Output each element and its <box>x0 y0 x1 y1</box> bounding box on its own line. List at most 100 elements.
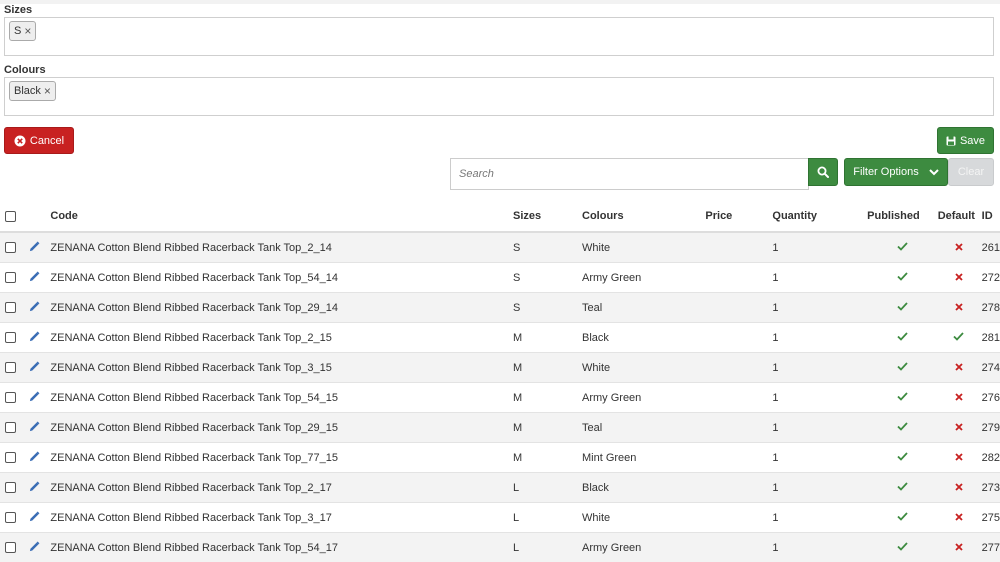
filter-options-button[interactable]: Filter Options <box>844 158 948 186</box>
select-all-checkbox[interactable] <box>5 211 16 222</box>
row-checkbox[interactable] <box>5 392 16 403</box>
id-header[interactable]: ID <box>980 201 1000 232</box>
check-icon <box>897 482 908 491</box>
default-cell[interactable] <box>938 383 980 413</box>
save-button[interactable]: Save <box>937 127 994 154</box>
price-cell <box>705 413 772 443</box>
table-row[interactable]: ZENANA Cotton Blend Ribbed Racerback Tan… <box>0 353 1000 383</box>
cross-icon <box>955 453 963 461</box>
check-icon <box>897 332 908 341</box>
table-row[interactable]: ZENANA Cotton Blend Ribbed Racerback Tan… <box>0 263 1000 293</box>
row-checkbox[interactable] <box>5 422 16 433</box>
table-row[interactable]: ZENANA Cotton Blend Ribbed Racerback Tan… <box>0 383 1000 413</box>
default-cell[interactable] <box>938 323 980 353</box>
edit-cell[interactable] <box>29 533 51 562</box>
published-cell[interactable] <box>867 232 938 263</box>
search-button[interactable] <box>808 158 838 186</box>
edit-cell[interactable] <box>29 473 51 503</box>
row-checkbox[interactable] <box>5 482 16 493</box>
table-row[interactable]: ZENANA Cotton Blend Ribbed Racerback Tan… <box>0 443 1000 473</box>
default-cell[interactable] <box>938 263 980 293</box>
default-header[interactable]: Default <box>938 201 980 232</box>
default-cell[interactable] <box>938 232 980 263</box>
cancel-button[interactable]: Cancel <box>4 127 74 154</box>
published-cell[interactable] <box>867 533 938 562</box>
price-header[interactable]: Price <box>705 201 772 232</box>
default-cell[interactable] <box>938 443 980 473</box>
row-checkbox[interactable] <box>5 272 16 283</box>
published-cell[interactable] <box>867 353 938 383</box>
check-icon <box>897 242 908 251</box>
published-cell[interactable] <box>867 443 938 473</box>
edit-cell[interactable] <box>29 353 51 383</box>
published-cell[interactable] <box>867 263 938 293</box>
price-cell <box>705 443 772 473</box>
colour-cell: Army Green <box>582 263 705 293</box>
edit-cell[interactable] <box>29 232 51 263</box>
default-cell[interactable] <box>938 353 980 383</box>
published-cell[interactable] <box>867 413 938 443</box>
search-input[interactable] <box>450 158 809 190</box>
published-cell[interactable] <box>867 383 938 413</box>
code-cell: ZENANA Cotton Blend Ribbed Racerback Tan… <box>50 323 513 353</box>
clear-button[interactable]: Clear <box>948 158 994 186</box>
sizes-label: Sizes <box>4 4 32 16</box>
cross-icon <box>955 273 963 281</box>
row-checkbox[interactable] <box>5 302 16 313</box>
row-checkbox[interactable] <box>5 332 16 343</box>
edit-cell[interactable] <box>29 293 51 323</box>
colours-tag-label: Black <box>14 85 41 97</box>
edit-cell[interactable] <box>29 383 51 413</box>
row-checkbox[interactable] <box>5 362 16 373</box>
table-row[interactable]: ZENANA Cotton Blend Ribbed Racerback Tan… <box>0 293 1000 323</box>
default-cell[interactable] <box>938 473 980 503</box>
colours-header[interactable]: Colours <box>582 201 705 232</box>
check-icon <box>897 362 908 371</box>
row-checkbox[interactable] <box>5 452 16 463</box>
colours-field[interactable]: Black × <box>4 77 994 116</box>
code-header[interactable]: Code <box>50 201 513 232</box>
check-icon <box>897 422 908 431</box>
remove-tag-icon[interactable]: × <box>44 84 51 98</box>
table-row[interactable]: ZENANA Cotton Blend Ribbed Racerback Tan… <box>0 323 1000 353</box>
row-checkbox[interactable] <box>5 242 16 253</box>
published-cell[interactable] <box>867 323 938 353</box>
variants-table: Code Sizes Colours Price Quantity Publis… <box>0 201 1000 562</box>
size-cell: M <box>513 323 582 353</box>
default-cell[interactable] <box>938 293 980 323</box>
table-row[interactable]: ZENANA Cotton Blend Ribbed Racerback Tan… <box>0 503 1000 533</box>
code-cell: ZENANA Cotton Blend Ribbed Racerback Tan… <box>50 533 513 562</box>
published-header[interactable]: Published <box>867 201 938 232</box>
remove-tag-icon[interactable]: × <box>24 24 31 38</box>
default-cell[interactable] <box>938 533 980 562</box>
sizes-field[interactable]: S × <box>4 17 994 56</box>
quantity-cell: 1 <box>772 473 867 503</box>
code-cell: ZENANA Cotton Blend Ribbed Racerback Tan… <box>50 473 513 503</box>
edit-cell[interactable] <box>29 323 51 353</box>
published-cell[interactable] <box>867 293 938 323</box>
table-row[interactable]: ZENANA Cotton Blend Ribbed Racerback Tan… <box>0 473 1000 503</box>
colour-cell: White <box>582 503 705 533</box>
size-cell: M <box>513 383 582 413</box>
edit-cell[interactable] <box>29 263 51 293</box>
id-cell: 272 <box>980 263 1000 293</box>
published-cell[interactable] <box>867 503 938 533</box>
edit-cell[interactable] <box>29 413 51 443</box>
edit-cell[interactable] <box>29 503 51 533</box>
default-cell[interactable] <box>938 503 980 533</box>
sizes-tag: S × <box>9 21 36 41</box>
table-row[interactable]: ZENANA Cotton Blend Ribbed Racerback Tan… <box>0 413 1000 443</box>
published-cell[interactable] <box>867 473 938 503</box>
row-checkbox[interactable] <box>5 542 16 553</box>
cancel-label: Cancel <box>30 135 64 147</box>
row-select-cell <box>0 443 29 473</box>
row-checkbox[interactable] <box>5 512 16 523</box>
sizes-header[interactable]: Sizes <box>513 201 582 232</box>
table-row[interactable]: ZENANA Cotton Blend Ribbed Racerback Tan… <box>0 232 1000 263</box>
colour-cell: Black <box>582 473 705 503</box>
quantity-header[interactable]: Quantity <box>772 201 867 232</box>
edit-cell[interactable] <box>29 443 51 473</box>
id-cell: 274 <box>980 353 1000 383</box>
table-row[interactable]: ZENANA Cotton Blend Ribbed Racerback Tan… <box>0 533 1000 562</box>
default-cell[interactable] <box>938 413 980 443</box>
